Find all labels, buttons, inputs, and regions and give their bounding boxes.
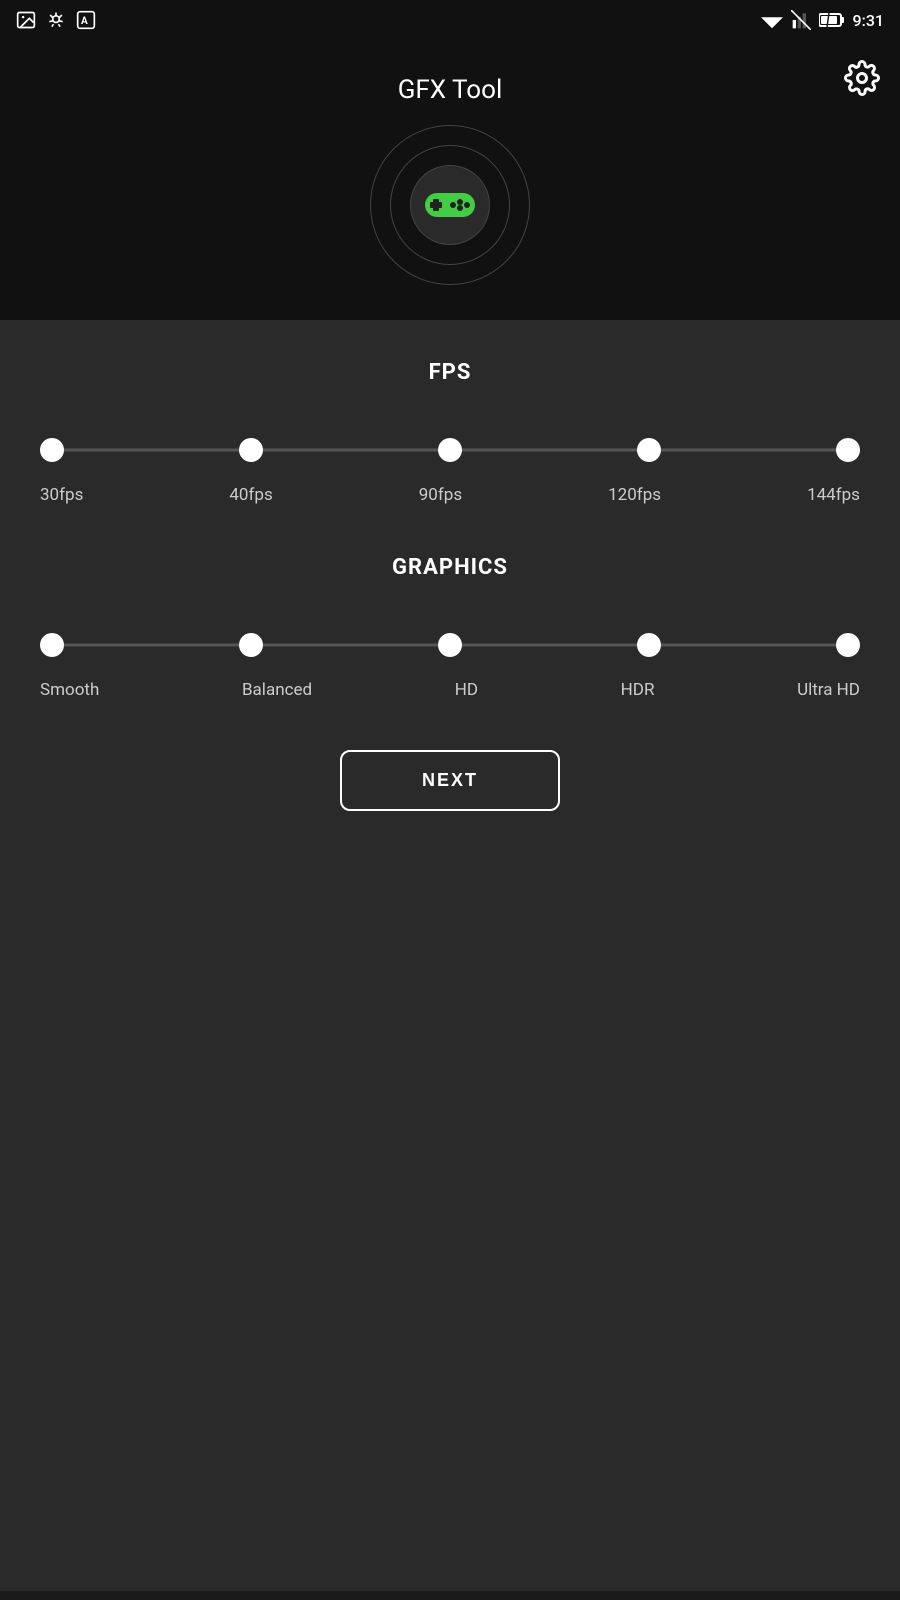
graphics-slider[interactable]	[40, 620, 860, 670]
signal-crossed-icon	[791, 10, 811, 30]
graphics-dot-1[interactable]	[239, 633, 263, 657]
wifi-icon	[761, 11, 783, 29]
graphics-dot-2[interactable]	[438, 633, 462, 657]
fps-section: FPS 30fps 40fps 90fps 120fps 144fps	[40, 360, 860, 505]
graphics-label-3: HDR	[621, 680, 655, 700]
controller-logo	[370, 125, 530, 285]
graphics-label-0: Smooth	[40, 680, 99, 700]
next-button[interactable]: NEXT	[340, 750, 560, 811]
fps-labels: 30fps 40fps 90fps 120fps 144fps	[40, 485, 860, 505]
graphics-dot-0[interactable]	[40, 633, 64, 657]
fps-label-1: 40fps	[229, 485, 272, 505]
graphics-dot-4[interactable]	[836, 633, 860, 657]
battery-icon	[819, 12, 845, 28]
settings-icon[interactable]	[844, 60, 880, 96]
status-bar-left: A	[16, 10, 96, 30]
main-content: FPS 30fps 40fps 90fps 120fps 144fps GRAP…	[0, 320, 900, 891]
svg-text:A: A	[81, 16, 88, 27]
fps-dot-3[interactable]	[637, 438, 661, 462]
text-icon: A	[76, 10, 96, 30]
app-header: GFX Tool	[0, 40, 900, 320]
bug-icon	[46, 10, 66, 30]
graphics-label-2: HD	[455, 680, 478, 700]
fps-label-4: 144fps	[807, 485, 860, 505]
graphics-section: GRAPHICS Smooth Balanced HD HDR Ultra HD	[40, 555, 860, 700]
graphics-labels: Smooth Balanced HD HDR Ultra HD	[40, 680, 860, 700]
fps-label-2: 90fps	[419, 485, 462, 505]
fps-dot-4[interactable]	[836, 438, 860, 462]
fps-label-0: 30fps	[40, 485, 83, 505]
status-bar-right: 9:31	[761, 10, 885, 30]
fps-dot-1[interactable]	[239, 438, 263, 462]
graphics-title: GRAPHICS	[40, 555, 860, 580]
graphics-label-1: Balanced	[242, 680, 312, 700]
fps-title: FPS	[40, 360, 860, 385]
status-bar: A 9:31	[0, 0, 900, 40]
fps-label-3: 120fps	[608, 485, 661, 505]
next-button-container: NEXT	[40, 750, 860, 811]
status-time: 9:31	[853, 11, 885, 30]
fps-slider[interactable]	[40, 425, 860, 475]
gallery-icon	[16, 10, 36, 30]
app-title: GFX Tool	[398, 75, 503, 105]
bottom-area	[0, 891, 900, 1591]
fps-dot-0[interactable]	[40, 438, 64, 462]
graphics-label-4: Ultra HD	[797, 680, 860, 700]
fps-dot-2[interactable]	[438, 438, 462, 462]
graphics-dot-3[interactable]	[637, 633, 661, 657]
gamepad-icon	[420, 185, 480, 225]
